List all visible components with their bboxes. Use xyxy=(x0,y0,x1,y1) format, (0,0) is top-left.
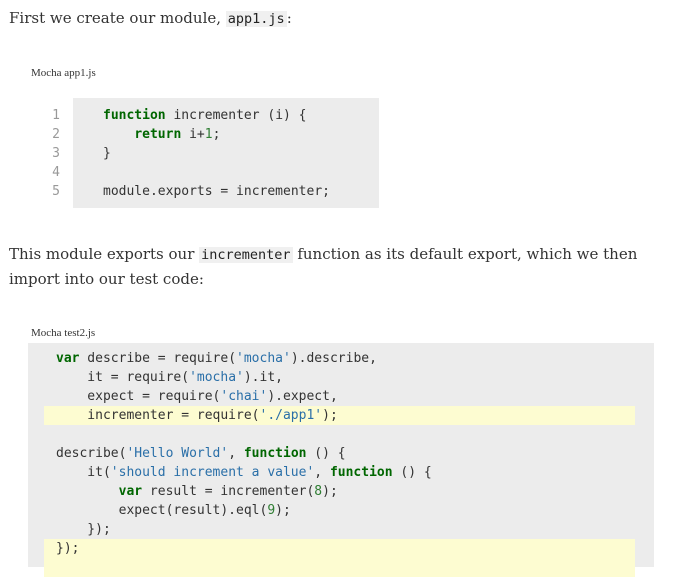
code-keyword: var xyxy=(56,351,80,366)
code-line: it = require('mocha').it, xyxy=(56,368,432,387)
line-number: 5 xyxy=(52,184,60,199)
line-number: 2 xyxy=(52,127,60,142)
code-token: it = require( xyxy=(56,370,190,385)
code-token: ).expect, xyxy=(267,389,338,404)
intro-text: First we create our module, xyxy=(9,9,226,27)
code-token: ); xyxy=(275,503,291,518)
code-token: }); xyxy=(56,541,80,556)
line-number: 3 xyxy=(52,146,60,161)
code-token: , xyxy=(314,465,330,480)
code-token: describe = require( xyxy=(79,351,237,366)
code-line: var describe = require('mocha').describe… xyxy=(56,349,432,368)
intro-text-after: : xyxy=(286,9,292,27)
code-token: }); xyxy=(56,522,111,537)
code-token: ); xyxy=(322,484,338,499)
code-token: () { xyxy=(306,446,346,461)
code-line: }); xyxy=(56,539,432,558)
line-number: 4 xyxy=(52,165,60,180)
code-line: module.exports = incrementer; xyxy=(103,182,330,201)
export-text: This module exports our xyxy=(9,245,200,263)
code-token: ).it, xyxy=(243,370,283,385)
code-token: ).describe, xyxy=(290,351,377,366)
export-paragraph: This module exports our incrementer func… xyxy=(9,242,669,291)
code-line: expect = require('chai').expect, xyxy=(56,387,432,406)
code-number: 1 xyxy=(204,127,213,142)
code-line: expect(result).eql(9); xyxy=(56,501,432,520)
code-token: () { xyxy=(392,465,432,480)
code-line: describe('Hello World', function () { xyxy=(56,444,432,463)
code-test2: var describe = require('mocha').describe… xyxy=(56,349,432,558)
code-string: './app1' xyxy=(259,408,323,423)
code-line: function incrementer (i) { xyxy=(103,106,330,125)
export-code: incrementer xyxy=(199,247,293,263)
code-string: 'mocha' xyxy=(189,370,244,385)
code-line: it('should increment a value', function … xyxy=(56,463,432,482)
code-line: return i+1; xyxy=(103,125,330,144)
code-keyword: return xyxy=(134,127,182,142)
code-token: it( xyxy=(56,465,111,480)
code-caption-test2: Mocha test2.js xyxy=(31,327,96,339)
code-token: describe( xyxy=(56,446,127,461)
code-token: incrementer (i) { xyxy=(165,108,307,123)
code-token: expect(result).eql( xyxy=(56,503,268,518)
intro-paragraph: First we create our module, app1.js: xyxy=(9,0,669,31)
line-numbers: 1 2 3 4 5 xyxy=(30,106,60,201)
code-line: incrementer = require('./app1'); xyxy=(56,406,432,425)
code-token: module.exports = incrementer; xyxy=(103,184,330,199)
highlighted-line xyxy=(44,558,635,577)
code-line: } xyxy=(103,144,330,163)
code-token: , xyxy=(228,446,244,461)
code-caption-app1: Mocha app1.js xyxy=(31,67,96,79)
code-keyword: var xyxy=(118,484,143,499)
code-string: 'should increment a value' xyxy=(110,465,315,480)
code-string: 'Hello World' xyxy=(126,446,229,461)
code-token: i+ xyxy=(181,127,205,142)
code-token: result = incrementer( xyxy=(142,484,315,499)
code-line: }); xyxy=(56,520,432,539)
code-token: ; xyxy=(212,127,221,142)
code-line: var result = incrementer(8); xyxy=(56,482,432,501)
code-keyword: function xyxy=(243,446,307,461)
code-number: 8 xyxy=(314,484,323,499)
code-token: ); xyxy=(322,408,338,423)
code-keyword: function xyxy=(103,108,166,123)
code-app1: function incrementer (i) { return i+1;} m… xyxy=(103,106,330,201)
line-number: 1 xyxy=(52,108,60,123)
code-string: 'mocha' xyxy=(236,351,291,366)
intro-code: app1.js xyxy=(225,11,287,27)
code-token: } xyxy=(103,146,111,161)
code-string: 'chai' xyxy=(220,389,268,404)
code-number: 9 xyxy=(267,503,276,518)
code-keyword: function xyxy=(329,465,393,480)
code-token: expect = require( xyxy=(56,389,221,404)
code-token: incrementer = require( xyxy=(56,408,260,423)
